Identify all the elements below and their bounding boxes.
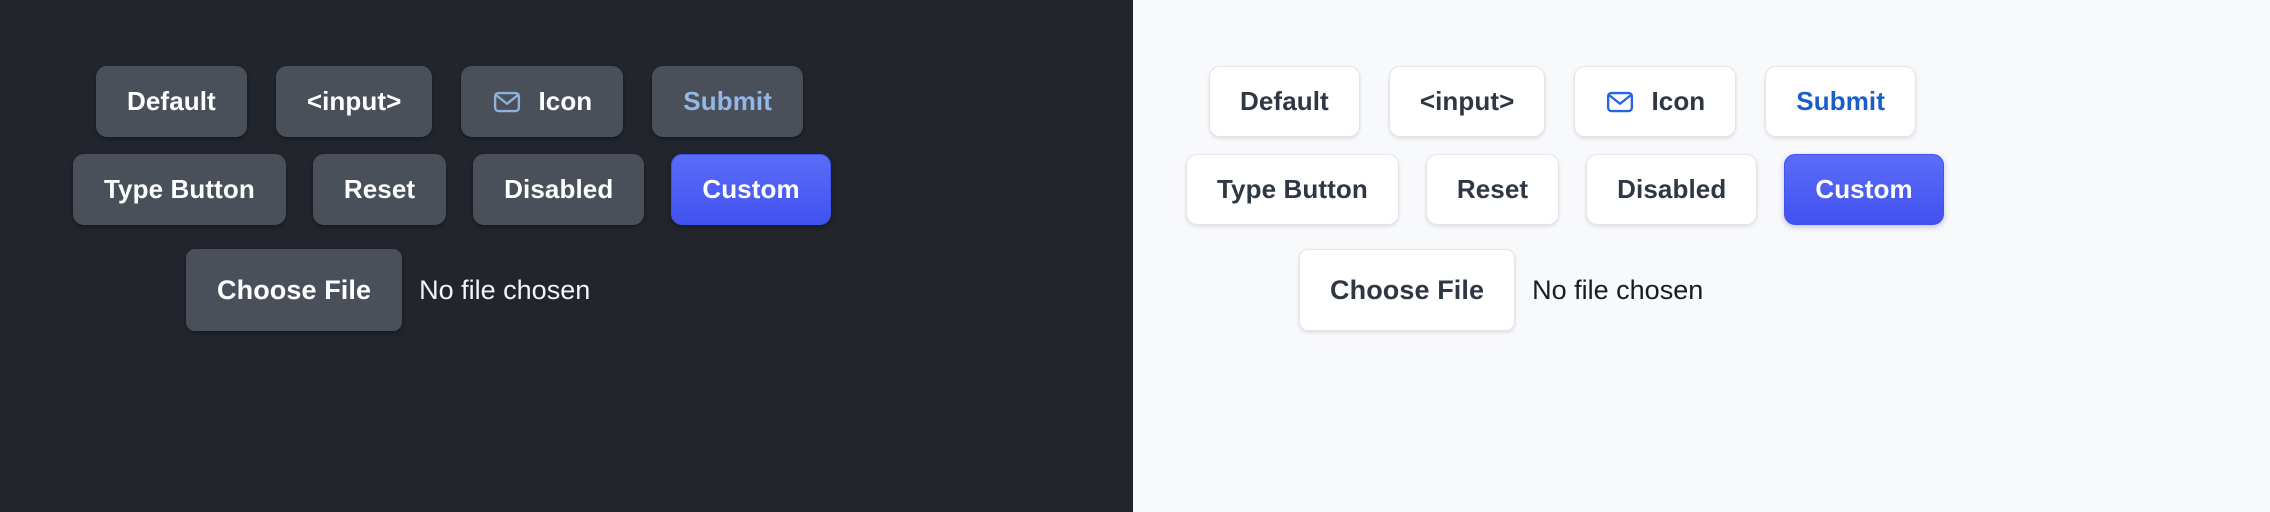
dark-disabled-button: Disabled [473,154,645,225]
light-disabled-button: Disabled [1586,154,1758,225]
light-button-groups: Default <input> Icon Submit Type Button … [1133,0,2270,512]
button-label: Reset [343,174,416,204]
dark-button-row-1: Default <input> Icon Submit [96,66,1133,137]
light-button-row-1: Default <input> Icon Submit [1209,66,2270,137]
dark-custom-button[interactable]: Custom [671,154,831,225]
light-reset-button[interactable]: Reset [1425,154,1560,225]
button-label: Choose File [1330,274,1485,305]
light-custom-button[interactable]: Custom [1784,154,1944,225]
button-label: Submit [683,86,773,116]
dark-button-row-3: Choose File No file chosen [186,249,1133,331]
button-label: Default [1240,86,1329,116]
dark-icon-button[interactable]: Icon [461,66,624,137]
dark-choose-file-button[interactable]: Choose File [186,249,403,331]
light-type-button[interactable]: Type Button [1186,154,1399,225]
button-label: Submit [1796,86,1886,116]
light-button-row-2: Type Button Reset Disabled Custom [1186,154,2270,225]
button-label: <input> [306,86,402,116]
button-label: Disabled [1617,174,1727,204]
light-submit-button[interactable]: Submit [1765,66,1917,137]
button-label: Default [127,86,216,116]
light-file-status-text: No file chosen [1532,274,1704,305]
button-label: Icon [538,86,593,116]
dark-default-button[interactable]: Default [96,66,247,137]
button-label: Type Button [104,174,255,204]
light-icon-button[interactable]: Icon [1574,66,1737,137]
dark-button-row-2: Type Button Reset Disabled Custom [73,154,1133,225]
dark-button-groups: Default <input> Icon Submit Type Button … [0,0,1133,512]
envelope-icon [1605,87,1635,117]
button-showcase-stage: Default <input> Icon Submit Type Button … [0,0,2270,512]
dark-submit-button[interactable]: Submit [652,66,804,137]
light-default-button[interactable]: Default [1209,66,1360,137]
light-input-button[interactable]: <input> [1388,66,1546,137]
dark-input-button[interactable]: <input> [275,66,433,137]
button-label: <input> [1419,86,1515,116]
dark-file-status-text: No file chosen [419,274,591,305]
button-label: Type Button [1217,174,1368,204]
envelope-icon [492,87,522,117]
button-label: Disabled [504,174,614,204]
dark-type-button[interactable]: Type Button [73,154,286,225]
dark-reset-button[interactable]: Reset [312,154,447,225]
light-choose-file-button[interactable]: Choose File [1299,249,1516,331]
light-theme-pane: Default <input> Icon Submit Type Button … [1133,0,2270,512]
button-label: Custom [1815,174,1913,204]
button-label: Reset [1456,174,1529,204]
button-label: Choose File [217,274,372,305]
light-button-row-3: Choose File No file chosen [1299,249,2270,331]
button-label: Icon [1651,86,1706,116]
button-label: Custom [702,174,800,204]
dark-theme-pane: Default <input> Icon Submit Type Button … [0,0,1133,512]
